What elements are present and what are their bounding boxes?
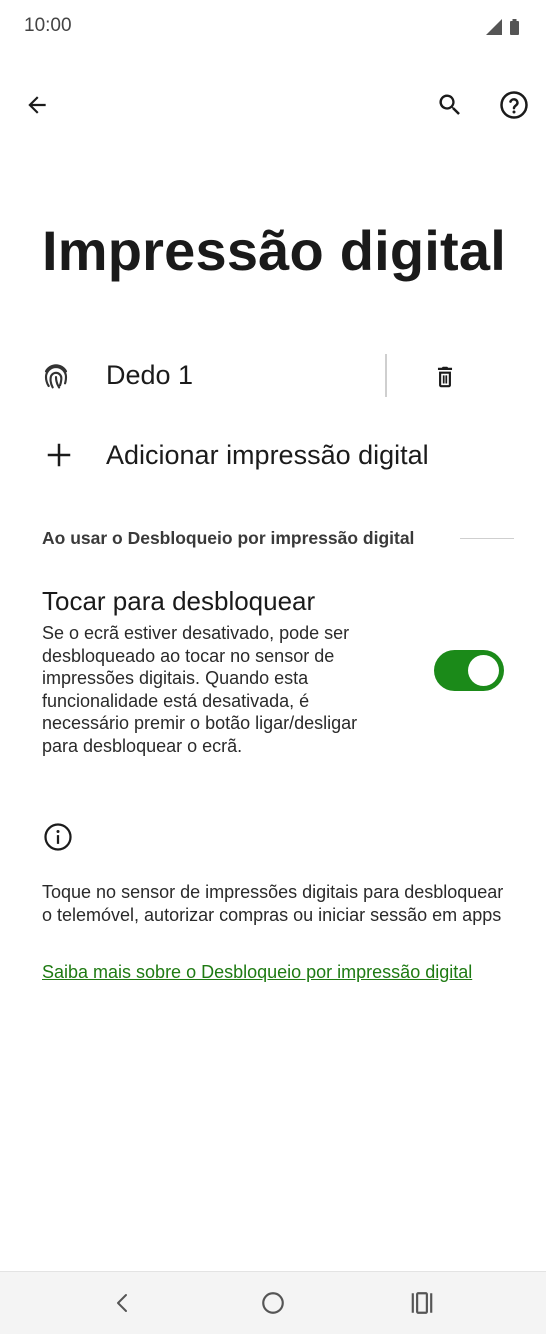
add-fingerprint-item[interactable]: Adicionar impressão digital xyxy=(0,420,546,494)
trash-icon xyxy=(437,366,453,388)
search-icon xyxy=(439,94,460,115)
search-button[interactable] xyxy=(426,81,474,129)
delete-fingerprint-button[interactable] xyxy=(421,353,469,401)
nav-recents-icon xyxy=(411,1292,433,1314)
learn-more-link[interactable]: Saiba mais sobre o Desbloqueio por impre… xyxy=(42,962,472,983)
add-fingerprint-label: Adicionar impressão digital xyxy=(106,440,429,470)
toggle-knob xyxy=(468,655,499,686)
back-button[interactable] xyxy=(13,81,61,129)
battery-icon xyxy=(510,19,519,35)
nav-recents-button[interactable] xyxy=(400,1283,444,1323)
page-title: Impressão digital xyxy=(42,219,506,282)
status-icons xyxy=(484,16,524,38)
tap-to-unlock-toggle[interactable] xyxy=(434,650,504,691)
tap-to-unlock-title: Tocar para desbloquear xyxy=(42,586,316,616)
section-header: Ao usar o Desbloqueio por impressão digi… xyxy=(42,528,415,548)
nav-home-icon xyxy=(262,1292,284,1314)
navigation-bar xyxy=(0,1271,546,1334)
help-button[interactable] xyxy=(490,81,538,129)
nav-back-button[interactable] xyxy=(101,1283,145,1323)
status-time: 10:00 xyxy=(24,15,72,36)
row-divider xyxy=(385,354,387,397)
nav-home-button[interactable] xyxy=(251,1283,295,1323)
section-divider xyxy=(460,538,514,539)
fingerprint-settings-screen: 10:00 Impressão digital Dedo 1 Adicionar… xyxy=(0,0,546,1334)
fingerprint-label: Dedo 1 xyxy=(106,360,194,390)
plus-icon xyxy=(47,443,71,467)
fingerprint-icon xyxy=(44,364,68,389)
fingerprint-item[interactable]: Dedo 1 xyxy=(0,340,546,414)
help-circle-icon xyxy=(500,91,528,119)
tap-to-unlock-description: Se o ecrã estiver desativado, pode ser d… xyxy=(42,623,358,756)
nav-back-icon xyxy=(117,1294,127,1312)
arrow-left-icon xyxy=(28,96,46,114)
info-icon xyxy=(44,823,72,851)
info-text: Toque no sensor de impressões digitais p… xyxy=(42,882,504,926)
signal-icon xyxy=(486,19,502,35)
